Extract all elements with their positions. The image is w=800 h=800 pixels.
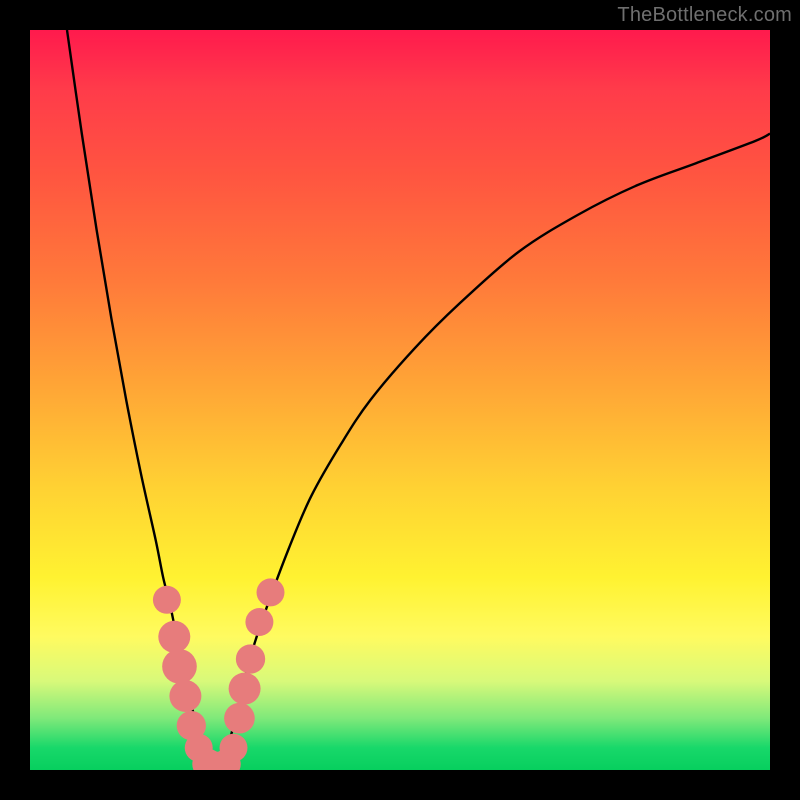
data-marker: [245, 608, 273, 636]
data-marker: [224, 703, 255, 734]
chart-svg: [30, 30, 770, 770]
data-marker: [169, 680, 201, 712]
watermark-text: TheBottleneck.com: [617, 4, 792, 27]
plot-area: [30, 30, 770, 770]
chart-frame: TheBottleneck.com: [0, 0, 800, 800]
data-marker: [153, 586, 181, 614]
data-markers: [153, 578, 285, 770]
data-marker: [257, 578, 285, 606]
data-marker: [236, 644, 265, 673]
curve-right-branch: [222, 134, 770, 770]
data-marker: [220, 734, 248, 762]
data-marker: [158, 621, 190, 653]
data-marker: [229, 673, 261, 705]
data-marker: [162, 649, 197, 684]
